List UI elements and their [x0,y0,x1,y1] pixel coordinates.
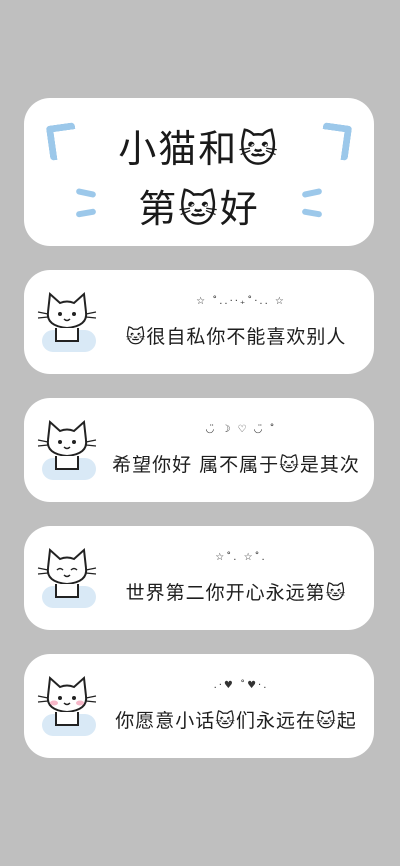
message-card[interactable]: .·♥ ˚♥·. 你愿意小话🐱们永远在🐱起 [24,654,374,758]
message-card[interactable]: ☆ ˚..·‧₊˚‧.. ☆ 🐱很自私你不能喜欢别人 [24,270,374,374]
decoration-symbols: ☆ ˚..·‧₊˚‧.. ☆ [196,296,286,307]
cat-icon [36,414,98,486]
card-text: 世界第二你开心永远第🐱 [125,582,347,604]
decoration-symbols: ☆˚. ☆˚. [215,552,267,563]
title-line-1: 小猫和🐱 [118,127,280,171]
decoration-symbols: .·♥ ˚♥·. [213,680,269,691]
card-text: 你愿意小话🐱们永远在🐱起 [115,710,357,732]
message-card[interactable]: ◡̈ ☽ ♡ ◡̈ ˚ 希望你好 属不属于🐱是其次 [24,398,374,502]
title-line-2: 第🐱好 [138,187,260,231]
cat-icon [36,670,98,742]
cat-icon [36,286,98,358]
card-text: 希望你好 属不属于🐱是其次 [112,454,360,476]
decoration-symbols: ◡̈ ☽ ♡ ◡̈ ˚ [205,424,277,435]
cat-icon [36,542,98,614]
title-card: 小猫和🐱 第🐱好 [24,98,374,246]
card-text: 🐱很自私你不能喜欢别人 [125,326,347,348]
message-card[interactable]: ☆˚. ☆˚. 世界第二你开心永远第🐱 [24,526,374,630]
